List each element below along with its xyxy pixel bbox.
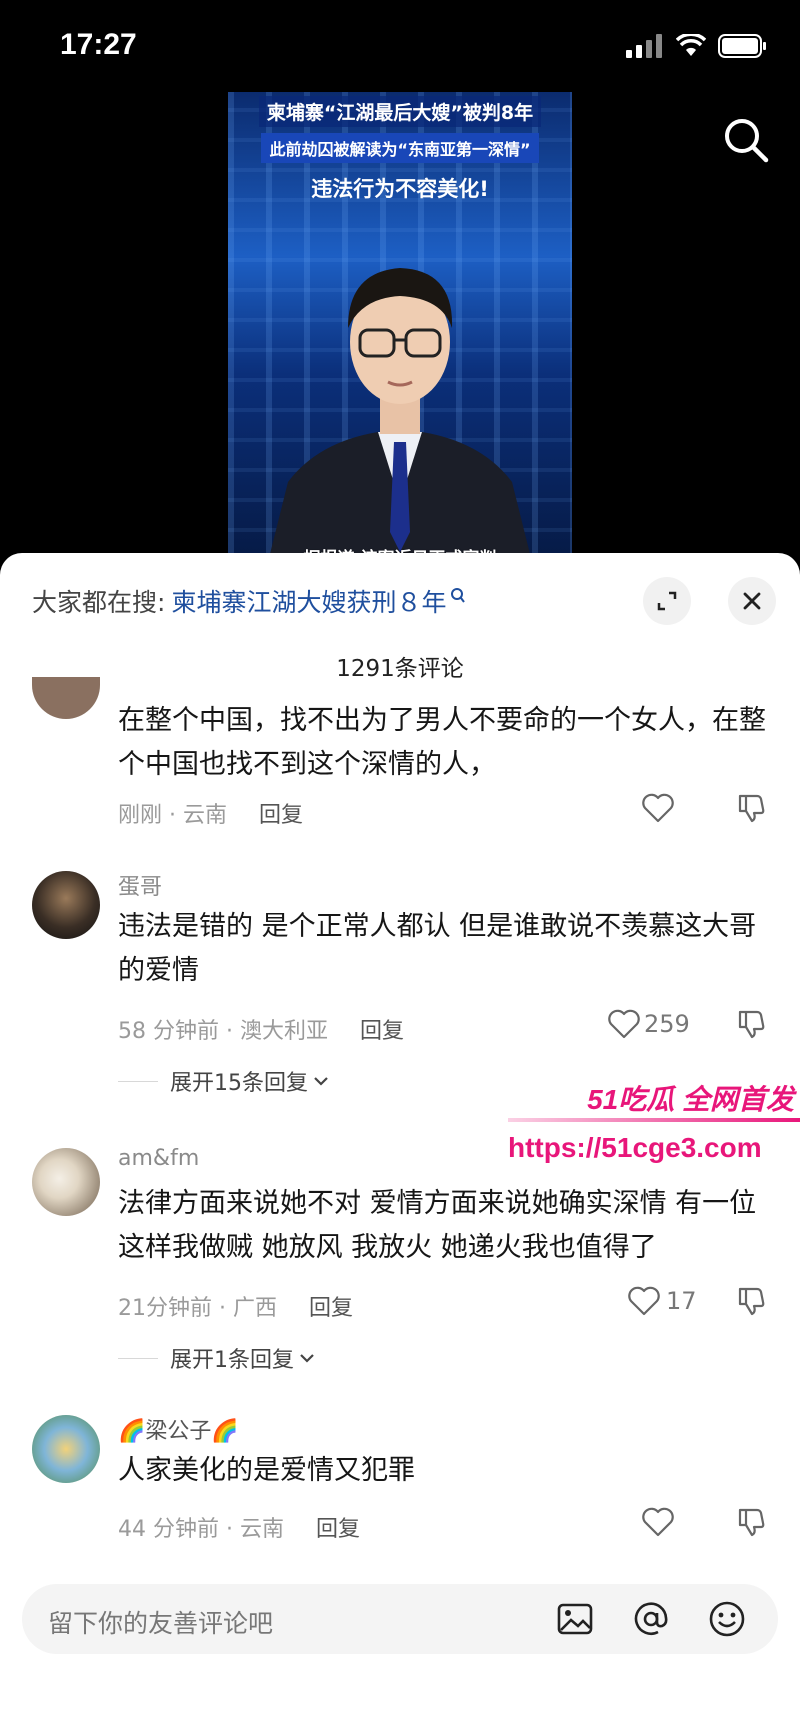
thumbs-down-icon xyxy=(738,1010,765,1039)
close-icon xyxy=(743,592,761,610)
comment-time-location: 58 分钟前 · 澳大利亚 xyxy=(118,1019,328,1044)
headline-line-1: 柬埔寨“江湖最后大嫂”被判8年 xyxy=(258,96,542,127)
comment-author[interactable]: am&fm xyxy=(118,1146,199,1171)
like-button[interactable] xyxy=(642,793,674,823)
heart-icon xyxy=(642,793,674,823)
reply-button[interactable]: 回复 xyxy=(360,1013,404,1045)
chevron-down-icon xyxy=(314,1077,328,1086)
comment-count: 1291条评论 xyxy=(336,656,464,682)
like-count: 259 xyxy=(644,1010,690,1038)
thumbs-down-icon xyxy=(738,794,765,823)
hot-search[interactable]: 大家都在搜: 柬埔寨江湖大嫂获刑８年 xyxy=(32,583,466,619)
comment-meta: 21分钟前 · 广西 回复 xyxy=(118,1290,353,1322)
status-bar: 17:27 xyxy=(0,0,800,96)
like-button[interactable]: 17 xyxy=(628,1286,697,1316)
comment-text: 人家美化的是爱情又犯罪 xyxy=(118,1455,415,1486)
home-indicator-area xyxy=(0,1690,800,1731)
wifi-icon xyxy=(676,34,706,56)
heart-icon xyxy=(642,1507,674,1537)
comment-author[interactable]: 🌈梁公子🌈 xyxy=(118,1413,239,1445)
expand-icon xyxy=(657,591,677,611)
dislike-button[interactable] xyxy=(736,1286,766,1320)
reply-button[interactable]: 回复 xyxy=(316,1511,360,1543)
small-search-icon xyxy=(451,588,466,603)
like-count: 17 xyxy=(666,1287,697,1315)
like-button[interactable] xyxy=(642,1507,674,1537)
image-button[interactable] xyxy=(556,1600,594,1638)
close-panel-button[interactable] xyxy=(728,577,776,625)
comment-time-location: 刚刚 · 云南 xyxy=(118,803,227,828)
status-icons xyxy=(626,34,768,58)
status-time: 17:27 xyxy=(60,28,137,61)
comment-text: 法律方面来说她不对 爱情方面来说她确实深情 有一位这样我做贼 她放风 我放火 她… xyxy=(118,1188,757,1263)
comment-meta: 58 分钟前 · 澳大利亚 回复 xyxy=(118,1013,404,1045)
at-sign-icon xyxy=(634,1602,668,1635)
video-player[interactable]: 柬埔寨“江湖最后大嫂”被判8年 此前劫囚被解读为“东南亚第一深情” 违法行为不容… xyxy=(228,92,572,562)
reply-button[interactable]: 回复 xyxy=(259,797,303,829)
watermark: 51吃瓜 全网首发 https://51cge3.com xyxy=(508,1078,800,1188)
search-icon xyxy=(725,119,769,163)
comment-text: 违法是错的 是个正常人都认 但是谁敢说不羡慕这大哥的爱情 xyxy=(118,911,757,986)
comment-time-location: 44 分钟前 · 云南 xyxy=(118,1517,284,1542)
comment-time-location: 21分钟前 · 广西 xyxy=(118,1296,277,1321)
comment-input-placeholder: 留下你的友善评论吧 xyxy=(48,1609,274,1638)
reply-button[interactable]: 回复 xyxy=(309,1290,353,1322)
headline-line-2: 此前劫囚被解读为“东南亚第一深情” xyxy=(261,133,539,163)
comment-author[interactable]: 蛋哥 xyxy=(118,869,162,901)
thumbs-down-icon xyxy=(738,1508,765,1537)
expand-panel-button[interactable] xyxy=(643,577,691,625)
dislike-button[interactable] xyxy=(736,1507,766,1541)
comment-text: 在整个中国，找不出为了男人不要命的一个女人，在整个中国也找不到这个深情的人， xyxy=(118,705,766,780)
expand-replies-label: 展开15条回复 xyxy=(170,1071,308,1096)
heart-icon xyxy=(628,1286,660,1316)
divider xyxy=(118,1080,158,1082)
watermark-url: https://51cge3.com xyxy=(508,1132,762,1163)
chevron-down-icon xyxy=(300,1354,314,1363)
expand-replies-label: 展开1条回复 xyxy=(170,1348,294,1373)
video-headline: 柬埔寨“江湖最后大嫂”被判8年 此前劫囚被解读为“东南亚第一深情” 违法行为不容… xyxy=(228,96,572,203)
expand-replies-button[interactable]: 展开15条回复 xyxy=(118,1065,330,1097)
expand-replies-button[interactable]: 展开1条回复 xyxy=(118,1342,316,1374)
battery-icon xyxy=(718,34,766,58)
avatar[interactable] xyxy=(32,1148,100,1216)
emoji-button[interactable] xyxy=(708,1600,746,1638)
avatar[interactable] xyxy=(32,1415,100,1483)
comment-meta: 刚刚 · 云南 回复 xyxy=(118,797,303,829)
heart-icon xyxy=(608,1009,640,1039)
divider xyxy=(118,1357,158,1359)
avatar[interactable] xyxy=(32,677,100,719)
hot-search-label: 大家都在搜: xyxy=(32,588,166,617)
headline-line-3: 违法行为不容美化! xyxy=(311,177,489,201)
watermark-brand: 51吃瓜 全网首发 xyxy=(587,1084,794,1115)
dislike-button[interactable] xyxy=(736,1009,766,1043)
thumbs-down-icon xyxy=(738,1287,765,1316)
image-icon xyxy=(557,1603,593,1635)
like-button[interactable]: 259 xyxy=(608,1009,690,1039)
cellular-signal-icon xyxy=(626,34,662,58)
hot-search-keyword[interactable]: 柬埔寨江湖大嫂获刑８年 xyxy=(171,583,446,619)
dislike-button[interactable] xyxy=(736,793,766,827)
mention-button[interactable] xyxy=(632,1600,670,1638)
comment-meta: 44 分钟前 · 云南 回复 xyxy=(118,1511,360,1543)
emoji-icon xyxy=(709,1601,745,1637)
search-button[interactable] xyxy=(718,112,774,168)
watermark-line xyxy=(508,1118,800,1122)
avatar[interactable] xyxy=(32,871,100,939)
comment-input[interactable]: 留下你的友善评论吧 xyxy=(22,1584,778,1654)
